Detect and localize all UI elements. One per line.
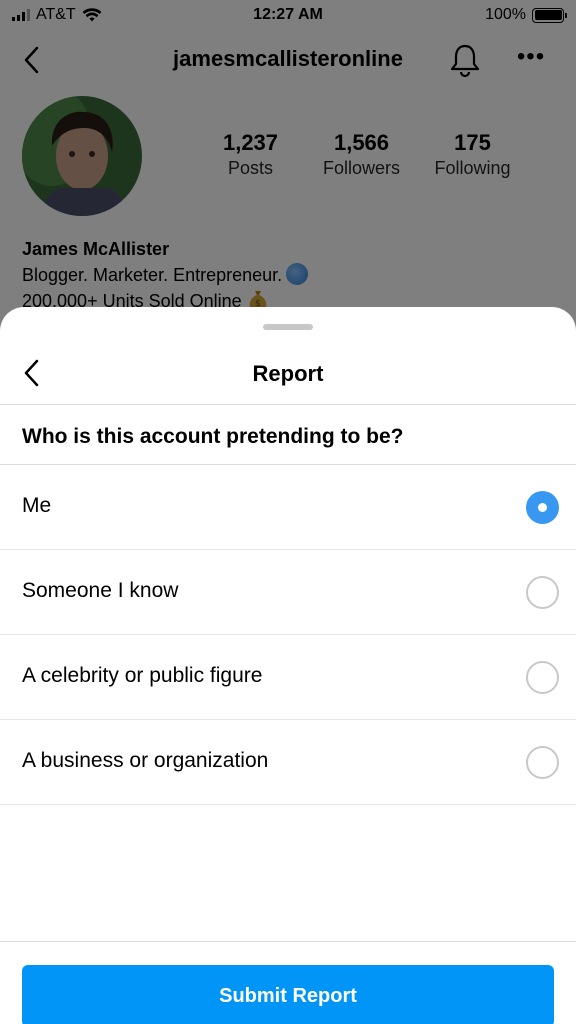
option-someone-i-know[interactable]: Someone I know (0, 550, 576, 635)
radio-empty-icon[interactable] (526, 576, 559, 609)
sheet-title: Report (252, 361, 324, 386)
submit-report-button[interactable]: Submit Report (22, 965, 554, 1024)
radio-empty-icon[interactable] (526, 746, 559, 779)
report-question: Who is this account pretending to be? (0, 405, 576, 465)
sheet-header: Report (0, 337, 576, 405)
option-business[interactable]: A business or organization (0, 720, 576, 805)
option-label: A celebrity or public figure (22, 664, 263, 687)
radio-empty-icon[interactable] (526, 661, 559, 694)
report-sheet: Report Who is this account pretending to… (0, 307, 576, 1024)
sheet-grabber[interactable] (263, 324, 313, 330)
option-celebrity[interactable]: A celebrity or public figure (0, 635, 576, 720)
option-label: A business or organization (22, 749, 269, 772)
radio-selected-icon[interactable] (526, 491, 559, 524)
option-label: Me (22, 494, 52, 517)
footer-divider (0, 941, 576, 942)
option-label: Someone I know (22, 579, 179, 602)
option-me[interactable]: Me (0, 465, 576, 550)
report-options: Me Someone I know A celebrity or public … (0, 465, 576, 805)
